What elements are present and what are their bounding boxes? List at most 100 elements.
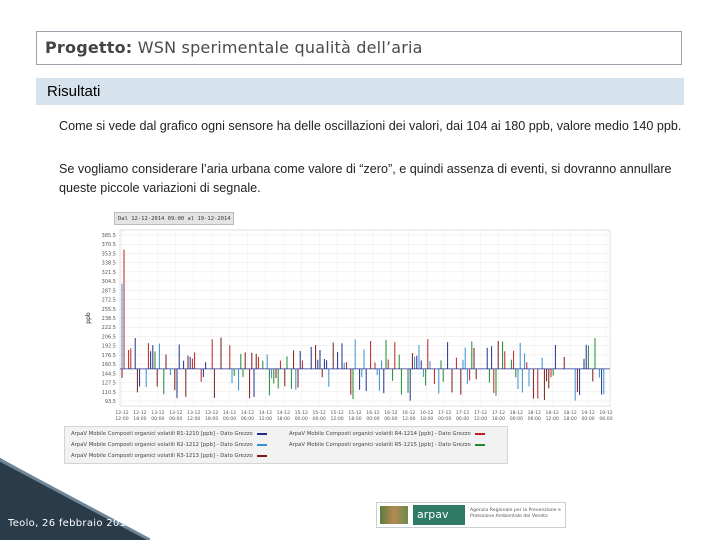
x-tick-label: 06:00 bbox=[313, 416, 326, 422]
legend-item: ArpaV Mobile Composti organici volatili … bbox=[289, 431, 485, 437]
section-title: Risultati bbox=[47, 83, 101, 100]
y-tick-label: 127.5 bbox=[102, 381, 116, 387]
legend-swatch bbox=[256, 444, 267, 446]
x-tick-label: 17-12 bbox=[474, 410, 487, 416]
x-tick-label: 18-12 bbox=[510, 410, 523, 416]
y-tick-label: 238.5 bbox=[102, 316, 116, 322]
x-tick-label: 13-12 bbox=[187, 410, 200, 416]
logo-agency: Agenzia Regionale per la Prevenzione e P… bbox=[470, 508, 561, 519]
x-tick-label: 18:00 bbox=[348, 416, 361, 422]
y-tick-label: 93.5 bbox=[105, 399, 116, 405]
project-label: Progetto: bbox=[45, 38, 133, 57]
x-tick-label: 06:00 bbox=[169, 416, 182, 422]
x-tick-label: 00:00 bbox=[510, 416, 523, 422]
x-tick-label: 13-12 bbox=[169, 410, 182, 416]
x-tick-label: 18:00 bbox=[277, 416, 290, 422]
x-tick-label: 18-12 bbox=[563, 410, 576, 416]
y-tick-label: 110.5 bbox=[102, 390, 116, 396]
legend-label: ArpaV Mobile Composti organici volatili … bbox=[289, 431, 471, 437]
x-tick-label: 14-12 bbox=[259, 410, 272, 416]
logo-brand: arpav bbox=[413, 505, 465, 525]
y-tick-label: 272.5 bbox=[102, 298, 116, 304]
x-tick-label: 19-12 bbox=[581, 410, 594, 416]
x-tick-label: 19-12 bbox=[599, 410, 612, 416]
legend-item: ArpaV Mobile Composti organici volatili … bbox=[71, 431, 267, 437]
x-tick-label: 12:00 bbox=[330, 416, 343, 422]
y-tick-label: 144.5 bbox=[102, 371, 116, 377]
y-tick-label: 287.5 bbox=[102, 288, 116, 294]
x-tick-label: 17-12 bbox=[456, 410, 469, 416]
x-tick-label: 06:00 bbox=[599, 416, 612, 422]
x-tick-label: 16-12 bbox=[366, 410, 379, 416]
x-tick-label: 00:00 bbox=[366, 416, 379, 422]
x-tick-label: 00:00 bbox=[223, 416, 236, 422]
project-name: WSN sperimentale qualità dell’aria bbox=[137, 38, 423, 57]
legend-swatch bbox=[256, 433, 267, 435]
legend-swatch bbox=[256, 455, 267, 457]
x-tick-label: 12:00 bbox=[259, 416, 272, 422]
legend-swatch bbox=[474, 433, 485, 435]
x-tick-label: 06:00 bbox=[528, 416, 541, 422]
x-tick-label: 16-12 bbox=[384, 410, 397, 416]
x-tick-label: 16-12 bbox=[402, 410, 415, 416]
x-tick-label: 00:00 bbox=[295, 416, 308, 422]
x-tick-label: 18:00 bbox=[133, 416, 146, 422]
x-tick-label: 18-12 bbox=[528, 410, 541, 416]
legend-label: ArpaV Mobile Composti organici volatili … bbox=[71, 431, 253, 437]
y-tick-label: 255.5 bbox=[102, 307, 116, 313]
arpav-logo: arpav Agenzia Regionale per la Prevenzio… bbox=[376, 502, 566, 528]
x-tick-label: 12-12 bbox=[115, 410, 128, 416]
footer-date: Teolo, 26 febbraio 2015 bbox=[8, 518, 133, 529]
y-tick-label: 353.5 bbox=[102, 251, 116, 257]
y-tick-label: 370.5 bbox=[102, 242, 116, 248]
y-tick-label: 206.5 bbox=[102, 334, 116, 340]
project-title: Progetto: WSN sperimentale qualità dell’… bbox=[45, 38, 423, 57]
x-tick-label: 13-12 bbox=[205, 410, 218, 416]
y-axis-label: ppb bbox=[85, 312, 92, 324]
y-tick-label: 160.5 bbox=[102, 362, 116, 368]
y-tick-label: 222.5 bbox=[102, 325, 116, 331]
y-tick-label: 304.5 bbox=[102, 279, 116, 285]
x-tick-label: 06:00 bbox=[384, 416, 397, 422]
section-header: Risultati bbox=[36, 78, 684, 105]
x-tick-label: 12:00 bbox=[187, 416, 200, 422]
legend-item: ArpaV Mobile Composti organici volatili … bbox=[289, 442, 485, 448]
x-tick-label: 12-12 bbox=[133, 410, 146, 416]
x-tick-label: 12:00 bbox=[402, 416, 415, 422]
x-tick-label: 18:00 bbox=[492, 416, 505, 422]
x-tick-label: 18-12 bbox=[546, 410, 559, 416]
y-tick-label: 385.5 bbox=[102, 233, 116, 239]
x-tick-label: 12:00 bbox=[546, 416, 559, 422]
x-tick-label: 00:00 bbox=[438, 416, 451, 422]
x-tick-label: 14-12 bbox=[241, 410, 254, 416]
y-tick-label: 176.5 bbox=[102, 353, 116, 359]
x-tick-label: 16-12 bbox=[420, 410, 433, 416]
x-tick-label: 13-12 bbox=[151, 410, 164, 416]
x-tick-label: 17-12 bbox=[438, 410, 451, 416]
y-tick-label: 192.5 bbox=[102, 344, 116, 350]
x-tick-label: 17-12 bbox=[492, 410, 505, 416]
x-tick-label: 06:00 bbox=[241, 416, 254, 422]
logo-photo bbox=[380, 506, 408, 524]
legend-label: ArpaV Mobile Composti organici volatili … bbox=[289, 442, 471, 448]
x-tick-label: 06:00 bbox=[456, 416, 469, 422]
x-tick-label: 18:00 bbox=[420, 416, 433, 422]
x-tick-label: 14-12 bbox=[277, 410, 290, 416]
paragraph-1: Come si vede dal grafico ogni sensore ha… bbox=[59, 119, 682, 133]
x-tick-label: 18:00 bbox=[205, 416, 218, 422]
x-tick-label: 15-12 bbox=[348, 410, 361, 416]
x-tick-label: 15-12 bbox=[313, 410, 326, 416]
legend-item: ArpaV Mobile Composti organici volatili … bbox=[71, 442, 267, 448]
x-tick-label: 00:00 bbox=[151, 416, 164, 422]
x-tick-label: 12:00 bbox=[115, 416, 128, 422]
y-tick-label: 338.5 bbox=[102, 261, 116, 267]
paragraph-2: Se vogliamo considerare l’aria urbana co… bbox=[59, 162, 672, 195]
y-tick-label: 321.5 bbox=[102, 270, 116, 276]
x-tick-label: 00:00 bbox=[581, 416, 594, 422]
x-tick-label: 12:00 bbox=[474, 416, 487, 422]
x-tick-label: 15-12 bbox=[295, 410, 308, 416]
legend-swatch bbox=[474, 444, 485, 446]
x-tick-label: 18:00 bbox=[564, 416, 577, 422]
project-title-box: Progetto: WSN sperimentale qualità dell’… bbox=[36, 31, 682, 65]
x-tick-label: 15-12 bbox=[330, 410, 343, 416]
